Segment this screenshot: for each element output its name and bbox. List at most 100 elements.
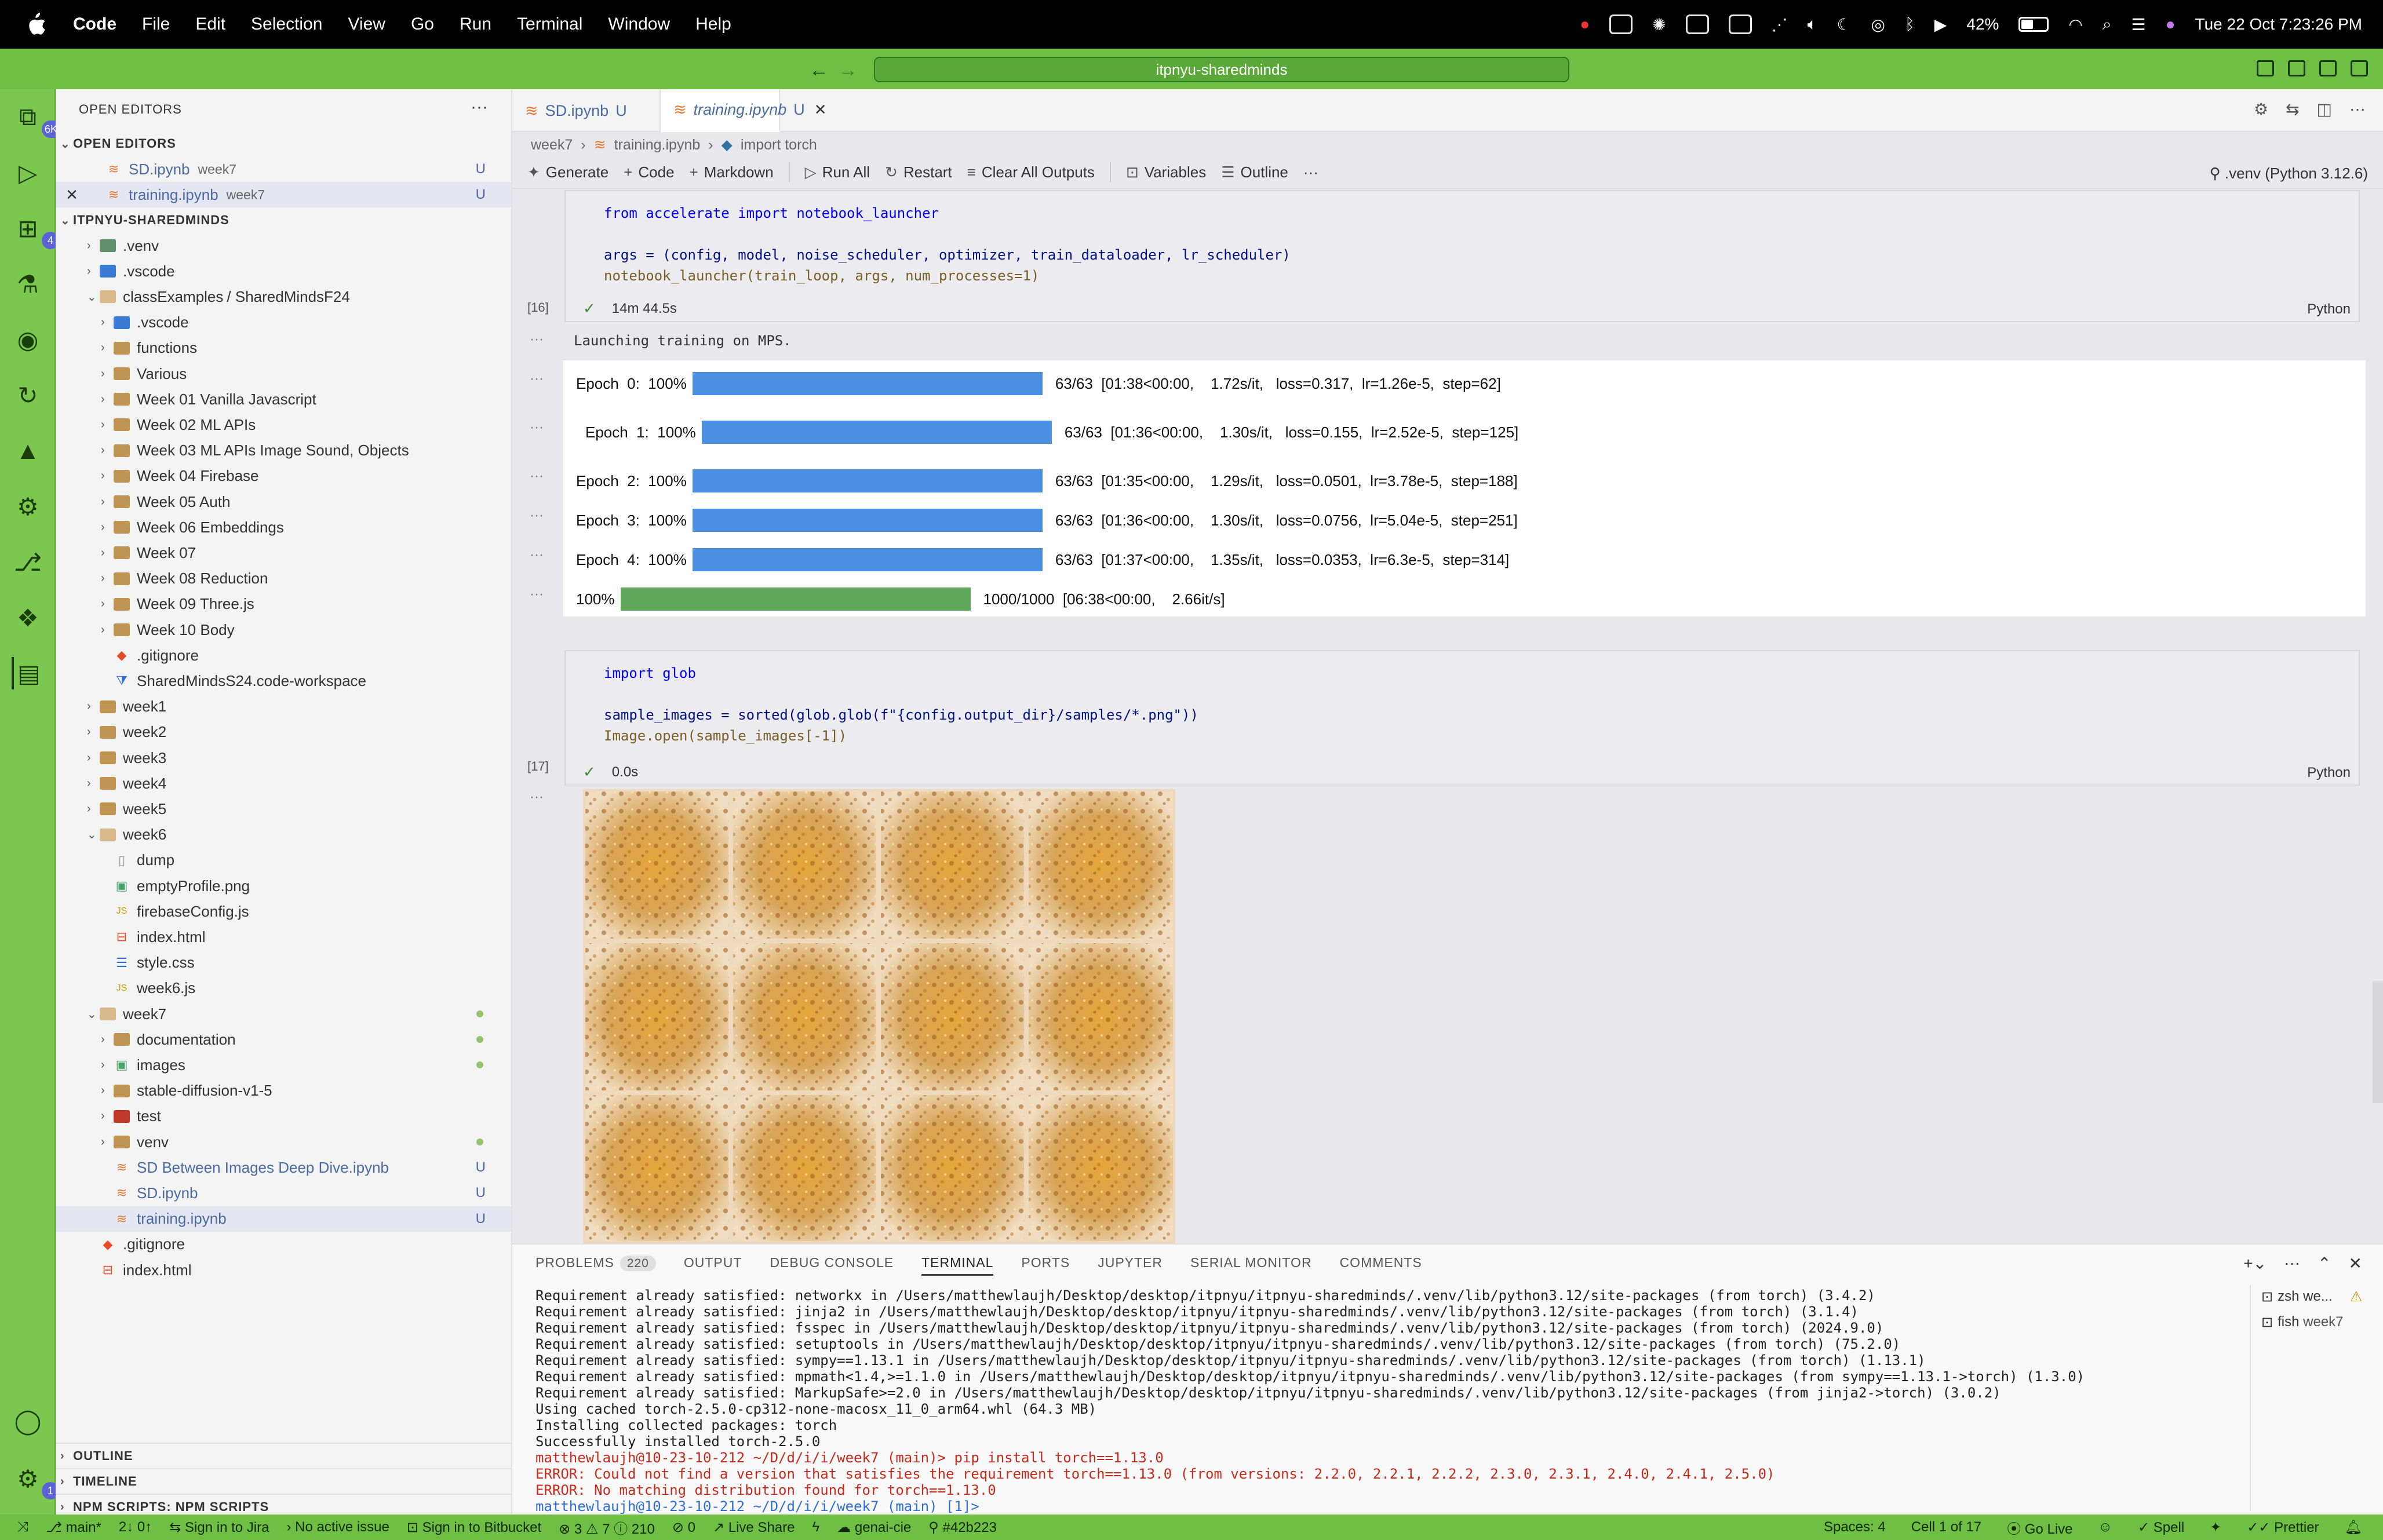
sync-item[interactable]: 2↓ 0↑ <box>119 1519 152 1535</box>
notebook-icon[interactable]: ▤ <box>12 657 44 689</box>
tree-item[interactable]: JS firebaseConfig.js <box>56 899 511 924</box>
tab-ports[interactable]: PORTS <box>1021 1255 1070 1276</box>
menu-code[interactable]: Code <box>73 14 116 34</box>
menu-run[interactable]: Run <box>460 14 491 34</box>
new-terminal-icon[interactable]: +⌄ <box>2243 1254 2267 1273</box>
tree-item[interactable]: › week4 <box>56 771 511 796</box>
code-cell[interactable]: import glob sample_images = sorted(glob.… <box>564 650 2360 786</box>
menu-file[interactable]: File <box>142 14 170 34</box>
play-icon[interactable]: ▶ <box>1934 15 1947 34</box>
containers-icon[interactable]: ⚙ <box>12 490 44 523</box>
activity-icon[interactable]: ⋰ <box>1772 15 1788 34</box>
output-more-icon[interactable]: ··· <box>530 371 544 387</box>
tree-item[interactable]: › week1 <box>56 694 511 720</box>
tree-item[interactable]: › Week 07 <box>56 540 511 565</box>
menu-window[interactable]: Window <box>608 14 670 34</box>
tree-item[interactable]: › Week 05 Auth <box>56 489 511 514</box>
output-more-icon[interactable]: ··· <box>530 547 544 563</box>
more-actions-icon[interactable]: ··· <box>2349 100 2366 119</box>
tab-comments[interactable]: COMMENTS <box>1340 1255 1422 1276</box>
output-more-icon[interactable]: ··· <box>530 419 544 436</box>
toggle-secondary-sidebar-icon[interactable] <box>2319 60 2337 76</box>
timeline-section[interactable]: › TIMELINE <box>56 1468 511 1494</box>
tree-item[interactable]: › week3 <box>56 745 511 771</box>
airdrop-icon[interactable]: ◎ <box>1871 15 1885 34</box>
azure-icon[interactable]: ▲ <box>12 435 44 467</box>
branch-item[interactable]: ⎇ main* <box>46 1519 101 1536</box>
generate-button[interactable]: ✦ Generate <box>527 163 608 181</box>
problems-item[interactable]: ⊗ 3 ⚠ 7 ⓘ 210 <box>559 1517 655 1538</box>
breadcrumb-file[interactable]: training.ipynb <box>614 137 701 154</box>
tab-sd-ipynb[interactable]: ≋ SD.ipynb U <box>512 89 661 132</box>
github-icon[interactable]: ◉ <box>12 323 44 356</box>
spell-item[interactable]: ✓ Spell <box>2138 1519 2184 1536</box>
tree-item[interactable]: › Week 09 Three.js <box>56 592 511 617</box>
cell-source[interactable]: from accelerate import notebook_launcher… <box>566 191 2359 286</box>
restart-button[interactable]: ↻ Restart <box>885 163 952 181</box>
battery-percent[interactable]: 42% <box>1966 15 1999 34</box>
breadcrumb-folder[interactable]: week7 <box>531 137 573 154</box>
tree-item[interactable]: ⌄ classExamples / SharedMindsF24 <box>56 284 511 309</box>
tab-jupyter[interactable]: JUPYTER <box>1098 1255 1163 1276</box>
control-center-icon[interactable]: ☰ <box>2131 15 2146 34</box>
window-tiles-icon[interactable] <box>1609 14 1633 34</box>
apple-icon[interactable] <box>20 8 52 41</box>
tree-item[interactable]: › Week 03 ML APIs Image Sound, Objects <box>56 438 511 464</box>
tree-item[interactable]: ≋ training.ipynb U <box>56 1206 511 1232</box>
terminal-item-zsh[interactable]: ⊡ zsh we... ⚠ <box>2261 1285 2362 1308</box>
back-arrow-icon[interactable]: ← <box>809 59 829 82</box>
more-actions-icon[interactable]: ··· <box>2284 1254 2300 1273</box>
tab-terminal[interactable]: TERMINAL <box>921 1255 994 1276</box>
split-editor-icon[interactable]: ◫ <box>2317 100 2332 119</box>
forward-arrow-icon[interactable]: → <box>838 59 858 82</box>
tree-item[interactable]: › week5 <box>56 796 511 822</box>
workspace-section[interactable]: ⌄ ITPNYU-SHAREDMINDS <box>56 207 511 233</box>
tree-item[interactable]: ⊟ index.html <box>56 924 511 950</box>
tree-item[interactable]: ◆ .gitignore <box>56 643 511 668</box>
tree-item[interactable]: › venv <box>56 1129 511 1155</box>
liveshare-item[interactable]: ↗ Live Share <box>713 1519 795 1536</box>
toggle-sidebar-icon[interactable] <box>2257 60 2274 76</box>
notifications-icon[interactable]: 🔔︎ <box>2345 1519 2362 1536</box>
keyboard-icon[interactable] <box>1685 14 1709 34</box>
command-center-search[interactable]: itpnyu-sharedminds <box>874 57 1569 82</box>
more-actions-icon[interactable]: ··· <box>471 97 488 117</box>
toolbar-more-icon[interactable]: ··· <box>1303 163 1318 181</box>
account-icon[interactable]: ◯ <box>12 1404 44 1437</box>
tab-serial-monitor[interactable]: SERIAL MONITOR <box>1190 1255 1312 1276</box>
go-live-item[interactable]: ⦿ Go Live <box>2007 1517 2072 1538</box>
maximize-panel-icon[interactable]: ⌃ <box>2318 1254 2331 1273</box>
tree-item[interactable]: ▯ dump <box>56 848 511 873</box>
wifi-icon[interactable]: ◠ <box>2068 15 2082 34</box>
siri-icon[interactable]: ● <box>2166 15 2176 34</box>
tree-item[interactable]: › Week 10 Body <box>56 617 511 643</box>
display-icon[interactable] <box>1728 14 1752 34</box>
open-editor-item[interactable]: ✕ ≋ training.ipynb week7 U <box>56 182 511 207</box>
tree-item[interactable]: ⧩ SharedMindsS24.code-workspace <box>56 668 511 694</box>
jira-item[interactable]: ⇆ Sign in to Jira <box>169 1519 269 1536</box>
generated-image-output[interactable] <box>583 789 1175 1243</box>
env-item[interactable]: ☁ genai-cie <box>837 1519 911 1536</box>
close-tab-icon[interactable]: ✕ <box>814 101 827 119</box>
menu-help[interactable]: Help <box>695 14 731 34</box>
outline-button[interactable]: ☰ Outline <box>1221 163 1288 181</box>
tree-item[interactable]: ≋ SD.ipynb U <box>56 1180 511 1206</box>
commit-item[interactable]: ⚲ #42b223 <box>928 1519 997 1536</box>
run-all-button[interactable]: ▷ Run All <box>805 163 870 181</box>
tree-item[interactable]: ⊟ index.html <box>56 1257 511 1283</box>
remote-indicator-icon[interactable]: ⤨ <box>17 1519 28 1535</box>
tree-item[interactable]: JS week6.js <box>56 976 511 1001</box>
tree-item[interactable]: › functions <box>56 335 511 361</box>
remote-icon[interactable]: ↻ <box>12 379 44 411</box>
battery-icon[interactable] <box>2018 17 2049 32</box>
manage-gear-icon[interactable]: ⚙ 1 <box>12 1462 59 1499</box>
clear-outputs-button[interactable]: ≡ Clear All Outputs <box>967 163 1095 181</box>
code-cell[interactable]: from accelerate import notebook_launcher… <box>564 190 2360 322</box>
menu-selection[interactable]: Selection <box>251 14 322 34</box>
app-status-icon[interactable]: ● <box>1580 15 1590 34</box>
breadcrumb-symbol[interactable]: import torch <box>741 137 817 154</box>
bluetooth-icon[interactable]: ᛒ <box>1905 15 1915 34</box>
source-control-icon[interactable]: ⎇ <box>12 546 44 578</box>
cell-language[interactable]: Python <box>2307 765 2351 781</box>
terminal-output[interactable]: Requirement already satisfied: networkx … <box>535 1287 2199 1515</box>
